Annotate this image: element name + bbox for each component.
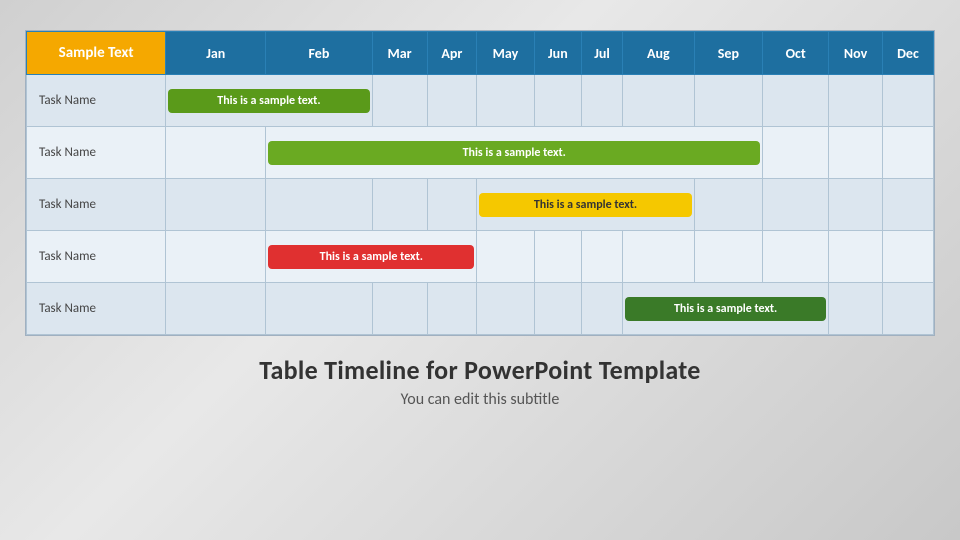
- table-row: Task Name This is a sample text.: [27, 179, 934, 231]
- bar-cell-1: This is a sample text.: [266, 127, 763, 179]
- empty-cell-0-6: [582, 75, 623, 127]
- empty-cell-3-8: [694, 231, 762, 283]
- empty-cell-4-10: [829, 283, 883, 335]
- empty-cell-2-9: [763, 179, 829, 231]
- task-label-4: Task Name: [27, 283, 166, 335]
- empty-cell-2-0: [166, 179, 266, 231]
- empty-cell-2-2: [372, 179, 427, 231]
- empty-cell-4-1: [266, 283, 372, 335]
- empty-cell-3-11: [882, 231, 933, 283]
- empty-cell-4-11: [882, 283, 933, 335]
- bar-cell-0: This is a sample text.: [166, 75, 372, 127]
- empty-cell-3-10: [829, 231, 883, 283]
- empty-cell-1-0: [166, 127, 266, 179]
- gantt-bar-3: This is a sample text.: [268, 245, 474, 269]
- task-label-0: Task Name: [27, 75, 166, 127]
- gantt-bar-0: This is a sample text.: [168, 89, 369, 113]
- empty-cell-4-3: [427, 283, 477, 335]
- empty-cell-4-6: [582, 283, 623, 335]
- empty-cell-2-3: [427, 179, 477, 231]
- bar-cell-4: This is a sample text.: [622, 283, 828, 335]
- gantt-bar-1: This is a sample text.: [268, 141, 760, 165]
- table-row: Task Name This is a sample text.: [27, 231, 934, 283]
- empty-cell-0-4: [477, 75, 534, 127]
- gantt-bar-2: This is a sample text.: [479, 193, 691, 217]
- timeline-table-container: Sample Text Jan Feb Mar Apr May Jun Jul …: [25, 30, 935, 336]
- header-aug: Aug: [622, 32, 694, 75]
- header-nov: Nov: [829, 32, 883, 75]
- task-label-1: Task Name: [27, 127, 166, 179]
- empty-cell-3-5: [534, 231, 582, 283]
- gantt-bar-4: This is a sample text.: [625, 297, 826, 321]
- empty-cell-0-3: [427, 75, 477, 127]
- footer-title: Table Timeline for PowerPoint Template: [259, 354, 700, 386]
- empty-cell-0-7: [622, 75, 694, 127]
- empty-cell-2-8: [694, 179, 762, 231]
- empty-cell-4-4: [477, 283, 534, 335]
- empty-cell-1-11: [882, 127, 933, 179]
- task-label-2: Task Name: [27, 179, 166, 231]
- header-dec: Dec: [882, 32, 933, 75]
- header-feb: Feb: [266, 32, 372, 75]
- empty-cell-0-11: [882, 75, 933, 127]
- empty-cell-1-9: [763, 127, 829, 179]
- empty-cell-0-2: [372, 75, 427, 127]
- empty-cell-0-9: [763, 75, 829, 127]
- empty-cell-0-10: [829, 75, 883, 127]
- empty-cell-3-0: [166, 231, 266, 283]
- header-jan: Jan: [166, 32, 266, 75]
- empty-cell-3-4: [477, 231, 534, 283]
- empty-cell-2-11: [882, 179, 933, 231]
- empty-cell-4-0: [166, 283, 266, 335]
- table-row: Task Name This is a sample text.: [27, 283, 934, 335]
- empty-cell-1-10: [829, 127, 883, 179]
- header-oct: Oct: [763, 32, 829, 75]
- header-may: May: [477, 32, 534, 75]
- empty-cell-2-1: [266, 179, 372, 231]
- header-title: Sample Text: [27, 32, 166, 75]
- empty-cell-3-6: [582, 231, 623, 283]
- header-mar: Mar: [372, 32, 427, 75]
- footer: Table Timeline for PowerPoint Template Y…: [259, 354, 700, 409]
- table-row: Task Name This is a sample text.: [27, 127, 934, 179]
- footer-subtitle: You can edit this subtitle: [259, 390, 700, 409]
- empty-cell-4-5: [534, 283, 582, 335]
- empty-cell-3-9: [763, 231, 829, 283]
- empty-cell-0-5: [534, 75, 582, 127]
- header-jun: Jun: [534, 32, 582, 75]
- header-sep: Sep: [694, 32, 762, 75]
- empty-cell-2-10: [829, 179, 883, 231]
- empty-cell-3-7: [622, 231, 694, 283]
- table-row: Task NameThis is a sample text.: [27, 75, 934, 127]
- bar-cell-2: This is a sample text.: [477, 179, 694, 231]
- empty-cell-4-2: [372, 283, 427, 335]
- bar-cell-3: This is a sample text.: [266, 231, 477, 283]
- task-label-3: Task Name: [27, 231, 166, 283]
- header-apr: Apr: [427, 32, 477, 75]
- empty-cell-0-8: [694, 75, 762, 127]
- header-jul: Jul: [582, 32, 623, 75]
